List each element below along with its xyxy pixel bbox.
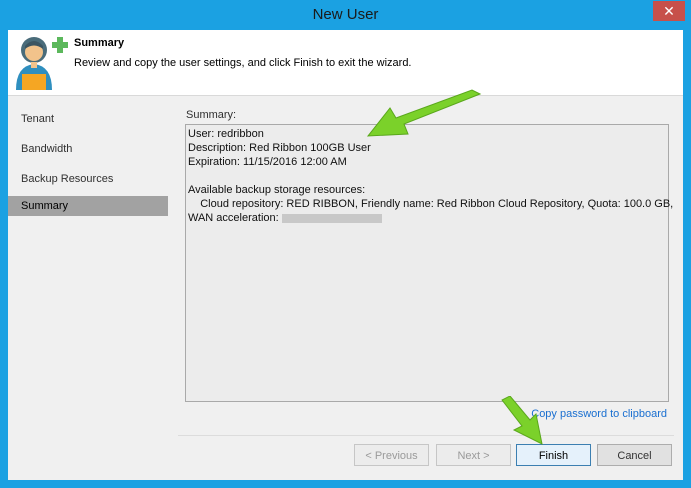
nav-item-backup-resources[interactable]: Backup Resources <box>8 169 168 189</box>
previous-button[interactable]: < Previous <box>354 444 429 466</box>
wizard-header: Summary Review and copy the user setting… <box>8 30 683 96</box>
copy-password-link[interactable]: Copy password to clipboard <box>531 408 667 420</box>
redacted-value <box>281 213 382 223</box>
close-button[interactable]: ✕ <box>653 1 685 21</box>
nav-item-bandwidth[interactable]: Bandwidth <box>8 139 168 159</box>
summary-label: Summary: <box>186 109 237 121</box>
finish-button[interactable]: Finish <box>516 444 591 466</box>
summary-textbox[interactable]: User: redribbon Description: Red Ribbon … <box>185 124 673 402</box>
nav-item-tenant[interactable]: Tenant <box>8 109 168 129</box>
summary-text: User: redribbon Description: Red Ribbon … <box>188 127 673 225</box>
title-bar[interactable]: New User ✕ <box>0 0 691 30</box>
summary-line-description: Description: Red Ribbon 100GB User <box>188 142 371 154</box>
summary-line-expiration: Expiration: 11/15/2016 12:00 AM <box>188 156 347 168</box>
summary-line-cloud-repository: Cloud repository: RED RIBBON, Friendly n… <box>188 198 674 210</box>
summary-panel: Summary: User: redribbon Description: Re… <box>180 97 675 435</box>
summary-line-user: User: redribbon <box>188 128 264 140</box>
header-subtitle: Review and copy the user settings, and c… <box>74 57 412 69</box>
summary-line-wan-acceleration: WAN acceleration: <box>188 212 282 224</box>
wizard-steps-nav: Tenant Bandwidth Backup Resources Summar… <box>8 97 170 435</box>
next-button[interactable]: Next > <box>436 444 511 466</box>
nav-item-summary[interactable]: Summary <box>8 196 168 216</box>
wizard-window: New User ✕ Summary Review and copy the u… <box>0 0 691 488</box>
summary-line-resources-heading: Available backup storage resources: <box>188 184 366 196</box>
window-title: New User <box>312 6 379 23</box>
header-title: Summary <box>74 37 125 49</box>
wizard-client-area: Summary Review and copy the user setting… <box>8 30 683 480</box>
footer-divider <box>178 435 674 436</box>
user-add-icon <box>16 37 68 90</box>
cancel-button[interactable]: Cancel <box>597 444 672 466</box>
